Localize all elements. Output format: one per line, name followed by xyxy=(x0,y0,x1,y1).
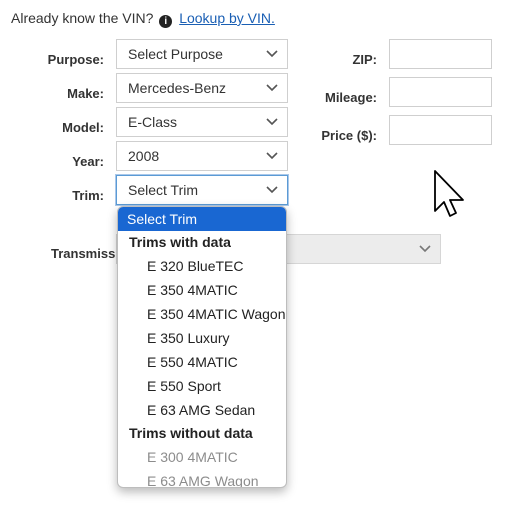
trim-select[interactable]: Select Trim xyxy=(116,175,288,205)
trim-label: Trim: xyxy=(72,188,104,203)
trim-option-disabled: E 300 4MATIC xyxy=(147,449,238,465)
vin-prompt: Already know the VIN? xyxy=(11,10,154,26)
trim-option[interactable]: E 550 4MATIC xyxy=(118,350,286,374)
trim-dropdown-list: Select Trim Trims with data E 320 BlueTE… xyxy=(117,206,287,488)
trim-option[interactable]: E 63 AMG Sedan xyxy=(118,398,286,422)
chevron-down-icon xyxy=(266,186,278,194)
model-select[interactable]: E-Class xyxy=(116,107,288,137)
chevron-down-icon xyxy=(419,245,431,253)
trim-option[interactable]: E 350 4MATIC Wagon xyxy=(118,302,286,326)
mouse-pointer-icon xyxy=(434,170,464,217)
model-select-value: E-Class xyxy=(128,114,178,130)
zip-label: ZIP: xyxy=(352,52,377,67)
trim-group-with-data: Trims with data xyxy=(129,234,231,250)
trim-option[interactable]: E 350 4MATIC xyxy=(118,278,286,302)
info-circle-icon: i xyxy=(159,15,173,28)
chevron-down-icon xyxy=(266,152,278,160)
chevron-down-icon xyxy=(266,84,278,92)
trim-option[interactable]: E 320 BlueTEC xyxy=(118,254,286,278)
chevron-down-icon xyxy=(266,118,278,126)
zip-input[interactable] xyxy=(389,39,492,69)
purpose-select[interactable]: Select Purpose xyxy=(116,39,288,69)
mileage-label: Mileage: xyxy=(324,90,377,105)
make-select-value: Mercedes-Benz xyxy=(128,80,227,96)
year-select-value: 2008 xyxy=(128,148,160,164)
mileage-input[interactable] xyxy=(389,77,492,107)
trim-select-value: Select Trim xyxy=(128,182,199,198)
trim-option-disabled: E 63 AMG Wagon xyxy=(147,473,259,488)
purpose-label: Purpose: xyxy=(47,52,104,67)
price-input[interactable] xyxy=(389,115,492,145)
vin-lookup-row: Already know the VIN? i Lookup by VIN. xyxy=(11,10,275,28)
chevron-down-icon xyxy=(266,50,278,58)
model-label: Model: xyxy=(62,120,104,135)
lookup-by-vin-link[interactable]: Lookup by VIN. xyxy=(179,10,275,26)
make-select[interactable]: Mercedes-Benz xyxy=(116,73,288,103)
trim-group-without-data: Trims without data xyxy=(129,425,253,441)
trim-option[interactable]: E 350 Luxury xyxy=(118,326,286,350)
purpose-select-value: Select Purpose xyxy=(128,46,223,62)
trim-option-select-trim[interactable]: Select Trim xyxy=(118,207,286,231)
trim-option[interactable]: E 550 Sport xyxy=(118,374,286,398)
price-label: Price ($): xyxy=(321,128,377,143)
year-select[interactable]: 2008 xyxy=(116,141,288,171)
make-label: Make: xyxy=(67,86,104,101)
year-label: Year: xyxy=(72,154,104,169)
